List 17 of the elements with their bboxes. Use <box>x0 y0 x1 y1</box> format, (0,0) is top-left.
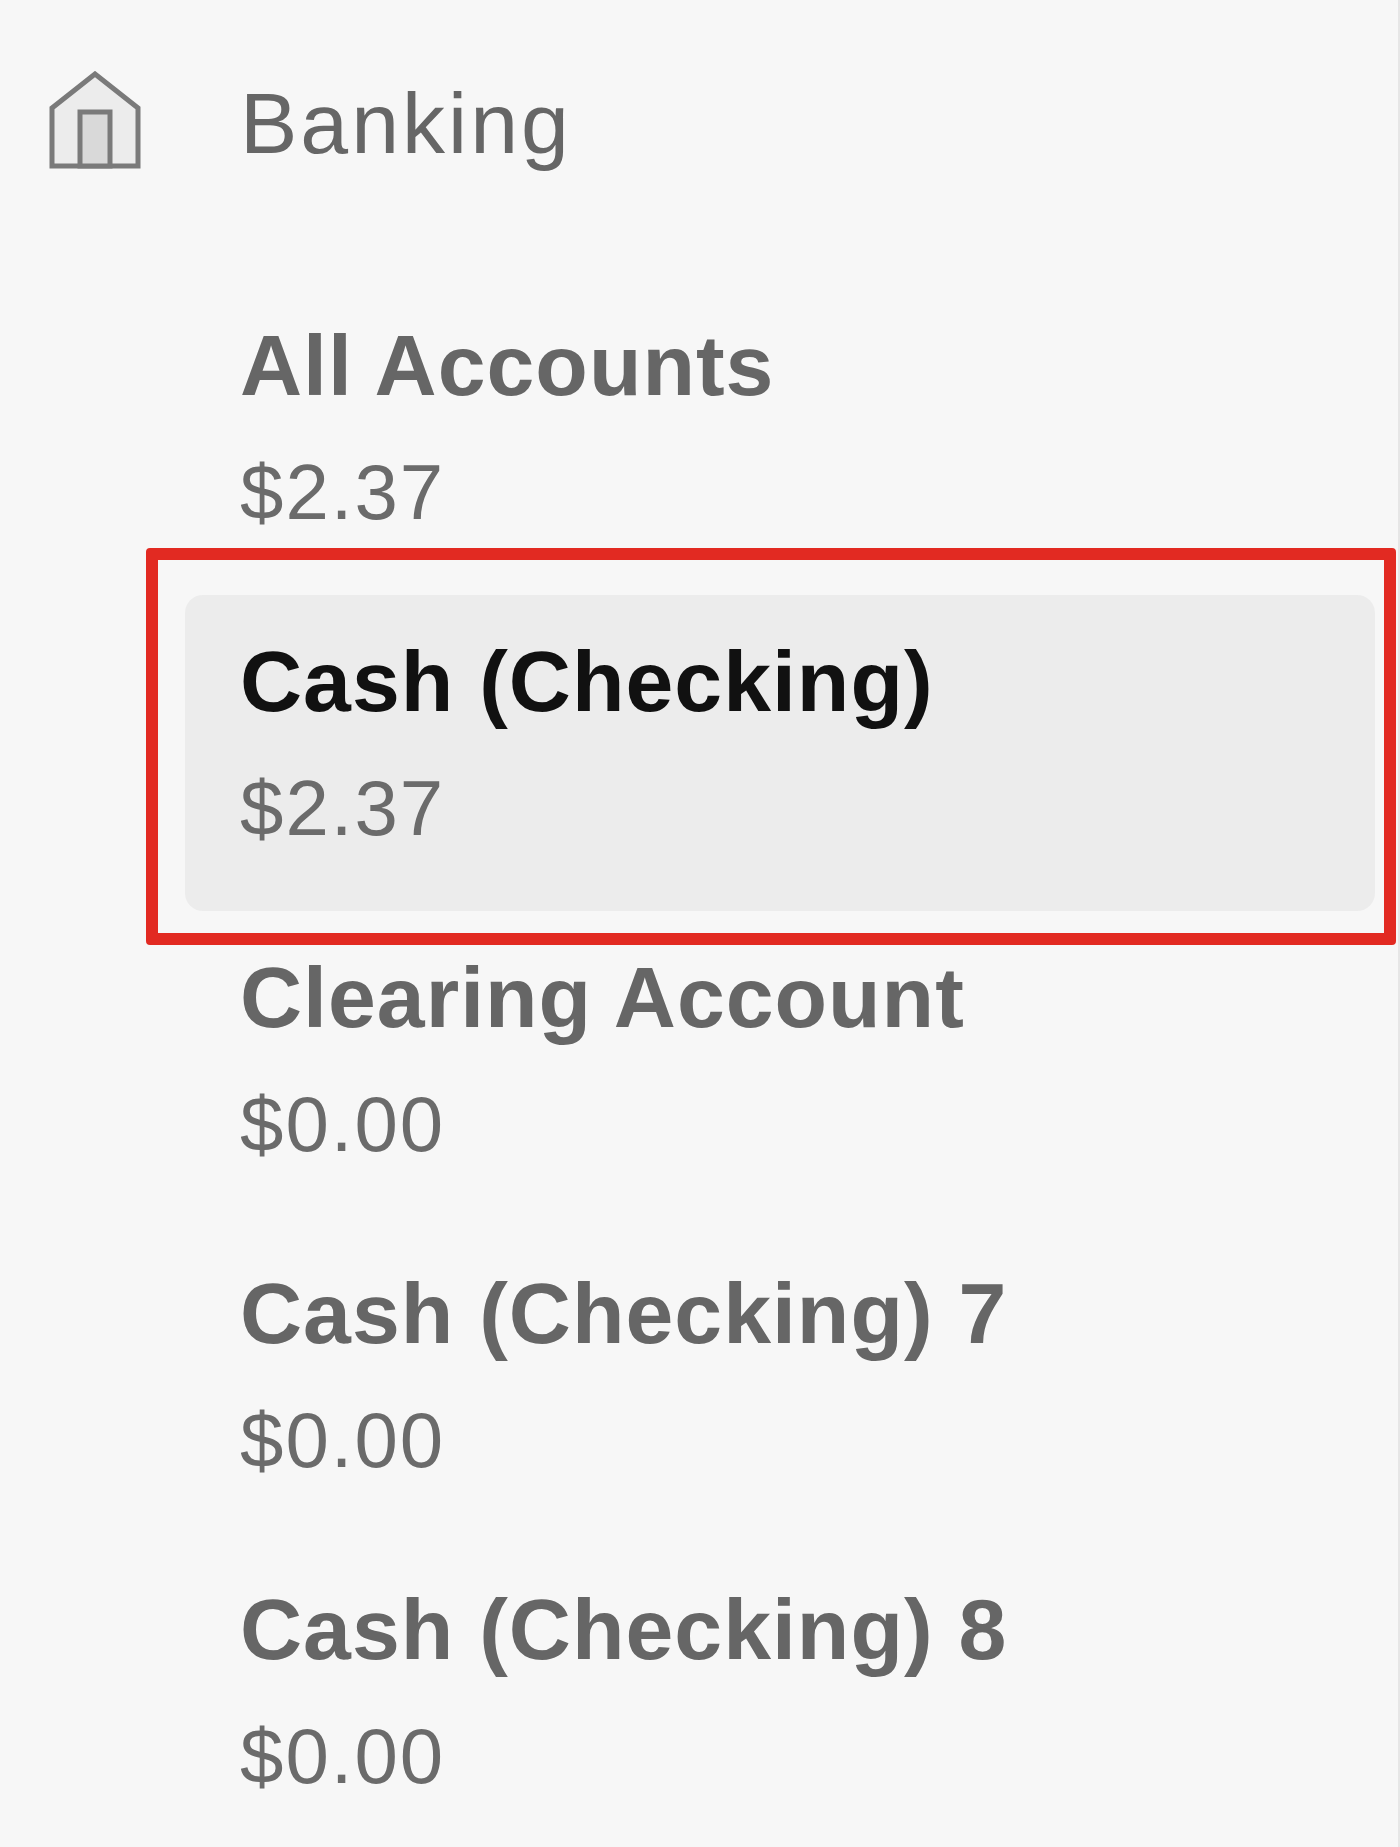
account-balance: $0.00 <box>240 1395 447 1486</box>
account-item[interactable]: Cash (Checking) 8 $0.00 <box>185 1543 1375 1847</box>
account-item[interactable]: All Accounts $2.37 <box>185 279 1375 595</box>
account-balance: $0.00 <box>240 1079 447 1170</box>
account-balance: $0.00 <box>240 1711 447 1802</box>
section-title: Banking <box>240 74 572 173</box>
house-icon <box>49 70 141 169</box>
account-item[interactable]: Clearing Account $0.00 <box>185 911 1375 1227</box>
account-name: All Accounts <box>240 316 776 415</box>
account-item[interactable]: Cash (Checking) 7 $0.00 <box>185 1227 1375 1543</box>
account-name: Cash (Checking) 7 <box>240 1264 1009 1363</box>
account-balance: $2.37 <box>240 447 447 538</box>
account-name: Cash (Checking) <box>240 632 935 731</box>
account-name: Cash (Checking) 8 <box>240 1580 1009 1679</box>
account-balance: $2.37 <box>240 763 447 854</box>
account-item[interactable]: Cash (Checking) $2.37 <box>185 595 1375 911</box>
account-name: Clearing Account <box>240 948 966 1047</box>
